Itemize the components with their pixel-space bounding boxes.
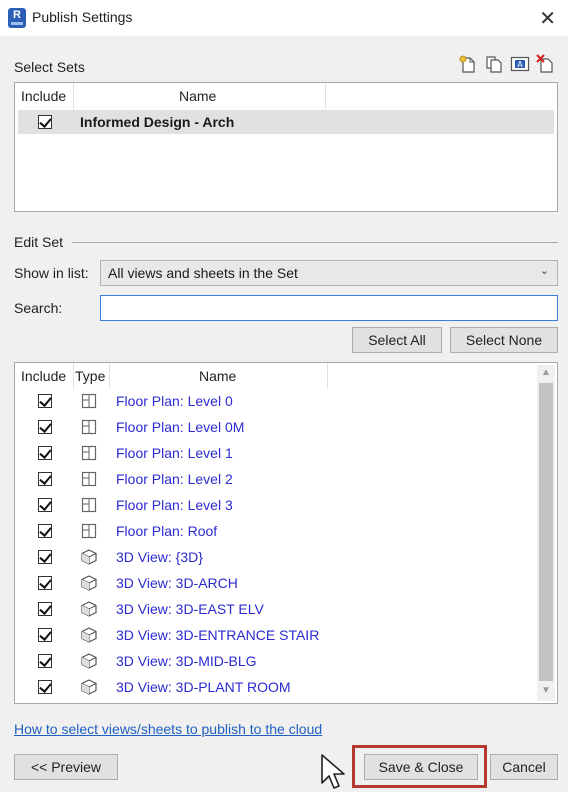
floor-plan-icon xyxy=(80,444,98,462)
view-row[interactable]: Floor Plan: Level 0 xyxy=(20,388,534,414)
close-button[interactable]: ✕ xyxy=(539,6,556,31)
select-none-button[interactable]: Select None xyxy=(450,327,558,353)
view-name: Floor Plan: Level 1 xyxy=(116,445,233,461)
view-include-checkbox[interactable] xyxy=(38,628,52,642)
help-link[interactable]: How to select views/sheets to publish to… xyxy=(14,721,322,737)
rename-set-icon[interactable]: A xyxy=(510,54,530,74)
views-header-name: Name xyxy=(199,368,237,384)
3d-view-icon xyxy=(80,626,98,644)
show-in-list-label: Show in list: xyxy=(14,265,89,281)
view-include-checkbox[interactable] xyxy=(38,446,52,460)
duplicate-set-icon[interactable] xyxy=(484,54,504,74)
view-row[interactable]: Floor Plan: Roof xyxy=(20,518,534,544)
view-name: 3D View: 3D-MID-BLG xyxy=(116,653,257,669)
view-row[interactable]: Floor Plan: Level 3 xyxy=(20,492,534,518)
view-include-checkbox[interactable] xyxy=(38,498,52,512)
views-header-type: Type xyxy=(75,368,106,384)
view-row[interactable]: 3D View: 3D-PLANT ROOM xyxy=(20,674,534,700)
save-close-highlight xyxy=(352,745,487,788)
set-include-checkbox[interactable] xyxy=(38,115,52,129)
select-sets-label: Select Sets xyxy=(14,59,85,75)
floor-plan-icon xyxy=(80,418,98,436)
floor-plan-icon xyxy=(80,392,98,410)
set-name: Informed Design - Arch xyxy=(80,114,235,130)
show-in-list-dropdown[interactable]: All views and sheets in the Set ⌄ xyxy=(100,260,558,286)
view-name: 3D View: 3D-ARCH xyxy=(116,575,238,591)
title-bar: R Publish Settings ✕ xyxy=(0,0,568,36)
set-toolbar: A xyxy=(458,54,558,76)
view-name: Floor Plan: Roof xyxy=(116,523,218,539)
view-name: Floor Plan: Level 2 xyxy=(116,471,233,487)
cancel-button[interactable]: Cancel xyxy=(490,754,558,780)
view-name: Floor Plan: Level 0M xyxy=(116,419,245,435)
view-name: Floor Plan: Level 3 xyxy=(116,497,233,513)
view-row[interactable]: 3D View: 3D-EAST ELV xyxy=(20,596,534,622)
view-name: 3D View: {3D} xyxy=(116,549,203,565)
header-separator xyxy=(73,83,74,109)
3d-view-icon xyxy=(80,548,98,566)
chevron-down-icon: ⌄ xyxy=(539,265,549,277)
view-row[interactable]: Floor Plan: Level 1 xyxy=(20,440,534,466)
mouse-cursor-icon xyxy=(321,754,345,789)
view-name: 3D View: 3D-EAST ELV xyxy=(116,601,264,617)
show-in-list-value: All views and sheets in the Set xyxy=(108,265,298,281)
3d-view-icon xyxy=(80,678,98,696)
floor-plan-icon xyxy=(80,496,98,514)
floor-plan-icon xyxy=(80,470,98,488)
search-input[interactable] xyxy=(100,295,558,321)
preview-button[interactable]: << Preview xyxy=(14,754,118,780)
view-include-checkbox[interactable] xyxy=(38,550,52,564)
scroll-down-icon[interactable]: ▼ xyxy=(541,685,551,696)
3d-view-icon xyxy=(80,600,98,618)
view-name: Floor Plan: Level 0 xyxy=(116,393,233,409)
3d-view-icon xyxy=(80,652,98,670)
view-row[interactable]: Floor Plan: Level 2 xyxy=(20,466,534,492)
view-row[interactable]: 3D View: 3D-ARCH xyxy=(20,570,534,596)
edit-set-label: Edit Set xyxy=(14,234,64,250)
floor-plan-icon xyxy=(80,522,98,540)
edit-set-divider xyxy=(72,242,558,243)
view-name: 3D View: 3D-ENTRANCE STAIR xyxy=(116,627,320,643)
window-title: Publish Settings xyxy=(32,9,133,25)
views-header-include: Include xyxy=(21,368,67,384)
view-row[interactable]: Floor Plan: Level 0M xyxy=(20,414,534,440)
sets-header-name: Name xyxy=(179,88,217,104)
header-separator xyxy=(327,363,328,389)
view-include-checkbox[interactable] xyxy=(38,394,52,408)
view-include-checkbox[interactable] xyxy=(38,524,52,538)
3d-view-icon xyxy=(80,574,98,592)
scroll-thumb[interactable] xyxy=(539,383,553,681)
header-separator xyxy=(73,363,74,389)
header-separator xyxy=(109,363,110,389)
view-include-checkbox[interactable] xyxy=(38,654,52,668)
view-include-checkbox[interactable] xyxy=(38,472,52,486)
svg-text:A: A xyxy=(517,60,523,69)
views-scrollbar[interactable]: ▲ ▼ xyxy=(537,365,555,701)
set-row-informed-design-arch[interactable]: Informed Design - Arch xyxy=(18,110,554,134)
view-name: 3D View: 3D-PLANT ROOM xyxy=(116,679,291,695)
view-include-checkbox[interactable] xyxy=(38,576,52,590)
view-row[interactable]: 3D View: 3D-MID-BLG xyxy=(20,648,534,674)
delete-set-icon[interactable] xyxy=(536,54,556,74)
search-label: Search: xyxy=(14,300,63,316)
new-set-icon[interactable] xyxy=(458,54,478,74)
sets-header-include: Include xyxy=(21,88,67,104)
header-separator xyxy=(325,83,326,109)
select-all-button[interactable]: Select All xyxy=(352,327,442,353)
scroll-up-icon[interactable]: ▲ xyxy=(541,367,551,378)
sets-list: Include Name xyxy=(14,82,558,212)
view-row[interactable]: 3D View: 3D-ENTRANCE STAIR xyxy=(20,622,534,648)
view-include-checkbox[interactable] xyxy=(38,420,52,434)
view-row[interactable]: 3D View: {3D} xyxy=(20,544,534,570)
view-include-checkbox[interactable] xyxy=(38,602,52,616)
view-include-checkbox[interactable] xyxy=(38,680,52,694)
revit-app-icon: R xyxy=(8,8,26,28)
